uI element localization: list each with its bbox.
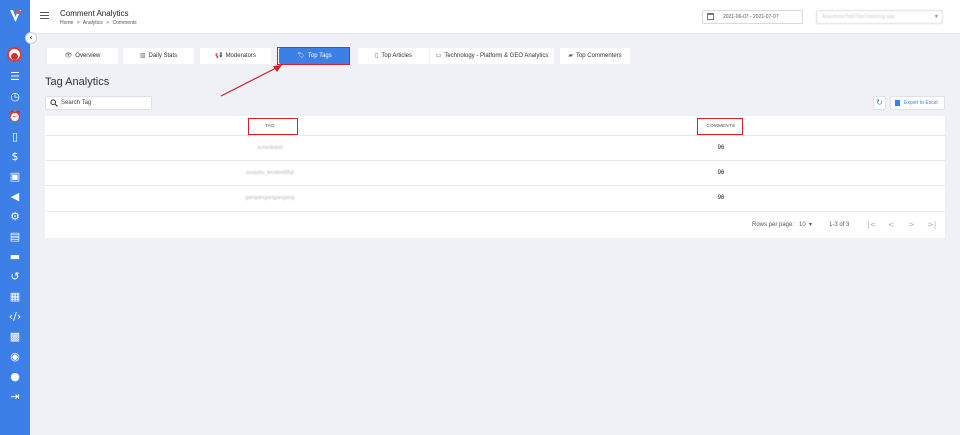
previous-page-button[interactable]: < xyxy=(888,220,895,229)
search-placeholder: Search Tag xyxy=(61,100,92,106)
export-to-excel-button[interactable]: Export to Excel xyxy=(890,96,945,110)
date-range-picker[interactable]: 2021-06-07 - 2021-07-07 xyxy=(702,10,803,24)
section-title: Tag Analytics xyxy=(45,76,110,88)
code-icon[interactable]: ‹/› xyxy=(8,310,22,324)
tab-label: Top Articles xyxy=(381,53,412,59)
table-row[interactable]: gangangangangang 96 xyxy=(45,185,945,210)
search-icon xyxy=(50,99,58,107)
chevron-down-icon: ▾ xyxy=(934,14,938,20)
dollar-icon[interactable]: $ xyxy=(8,150,22,164)
tag-cell: asaubu_tesdeddlfal xyxy=(246,170,294,176)
sidebar: ☰ ◷ ⏰ ▯ $ ▣ ◀ ⚙ ▤ ▬ ↺ ▦ ‹/› ▩ ◉ ● ⇥ xyxy=(0,0,30,435)
breadcrumb-analytics[interactable]: Analytics xyxy=(83,20,103,26)
breadcrumb-home[interactable]: Home xyxy=(60,20,73,26)
rows-per-page-select[interactable]: 10 xyxy=(799,222,806,228)
breadcrumb-comments: Comments xyxy=(112,20,137,26)
tab-technology-platform-geo[interactable]: ▭ Technology - Platform & GEO Analytics xyxy=(430,48,554,64)
top-tags-highlight-box xyxy=(277,47,350,65)
comment-icon: ▰ xyxy=(568,52,573,59)
list-icon[interactable]: ☰ xyxy=(8,70,22,84)
eye-icon: 👁 xyxy=(64,52,73,59)
avatar[interactable] xyxy=(7,47,22,62)
topbar: Comment Analytics Home > Analytics > Com… xyxy=(30,0,960,34)
tag-cell: scheduled xyxy=(257,145,283,151)
clock-icon[interactable]: ◷ xyxy=(8,90,22,104)
columns-icon[interactable]: ▦ xyxy=(8,290,22,304)
tab-label: Daily Stats xyxy=(148,53,178,59)
comments-cell: 96 xyxy=(717,195,725,201)
file-icon xyxy=(895,100,900,106)
breadcrumb-separator: > xyxy=(76,20,80,26)
megaphone-icon: 📢 xyxy=(215,52,223,59)
tag-cell: gangangangangang xyxy=(245,195,295,201)
site-select[interactable]: Anywhere/Tell/The/Tinkering.app ▾ xyxy=(816,10,943,24)
chart-icon: ▥ xyxy=(139,52,146,59)
export-label: Export to Excel xyxy=(904,100,938,106)
table-row[interactable]: asaubu_tesdeddlfal 96 xyxy=(45,160,945,185)
site-select-value: Anywhere/Tell/The/Tinkering.app xyxy=(822,14,895,20)
rows-per-page-label: Rows per page: xyxy=(752,222,795,228)
refresh-button[interactable]: ↻ xyxy=(873,96,886,110)
calendar-icon xyxy=(707,13,714,20)
building-icon[interactable]: ▩ xyxy=(8,330,22,344)
chart-icon[interactable]: ▤ xyxy=(8,230,22,244)
tab-overview[interactable]: 👁 Overview xyxy=(47,48,118,64)
chat-icon[interactable]: ● xyxy=(8,370,22,384)
refresh-icon: ↻ xyxy=(876,98,883,107)
tab-top-commenters[interactable]: ▰ Top Commenters xyxy=(560,48,630,64)
hamburger-menu-icon[interactable] xyxy=(40,12,49,20)
tab-label: Top Commenters xyxy=(575,53,622,59)
app-logo-icon[interactable] xyxy=(9,9,22,23)
first-page-button[interactable]: |< xyxy=(867,220,876,229)
tab-label: Overview xyxy=(75,53,101,59)
tag-header-highlight-box xyxy=(248,118,298,135)
comments-cell: 96 xyxy=(717,170,725,176)
support-icon[interactable]: ◉ xyxy=(8,350,22,364)
tab-daily-stats[interactable]: ▥ Daily Stats xyxy=(123,48,194,64)
tag-table: TAG COMMENTS scheduled 96 asaubu_tesdedd… xyxy=(45,116,945,238)
date-range-value: 2021-06-07 - 2021-07-07 xyxy=(723,14,779,20)
chevron-down-icon[interactable]: ▾ xyxy=(809,221,812,228)
table-row[interactable]: scheduled 96 xyxy=(45,135,945,160)
gear-icon[interactable]: ⚙ xyxy=(8,210,22,224)
file-icon: ▯ xyxy=(375,52,379,59)
pagination-range: 1-3 of 3 xyxy=(829,222,850,228)
tab-label: Moderators xyxy=(225,53,256,59)
table-pagination: Rows per page: 10 ▾ 1-3 of 3 |< < > >| xyxy=(45,211,945,238)
search-input[interactable]: Search Tag xyxy=(45,96,152,110)
card-icon[interactable]: ▬ xyxy=(8,250,22,264)
breadcrumb-separator: > xyxy=(106,20,110,26)
sidebar-collapse-button[interactable]: ‹ xyxy=(25,32,37,44)
last-page-button[interactable]: >| xyxy=(927,220,936,229)
breadcrumb: Home > Analytics > Comments xyxy=(60,20,139,26)
book-icon[interactable]: ▯ xyxy=(8,130,22,144)
logout-icon[interactable]: ⇥ xyxy=(8,390,22,404)
laptop-icon: ▭ xyxy=(435,52,442,59)
next-page-button[interactable]: > xyxy=(908,220,915,229)
comments-cell: 96 xyxy=(717,145,725,151)
history-icon[interactable]: ↺ xyxy=(8,270,22,284)
alarm-icon[interactable]: ⏰ xyxy=(8,110,22,124)
tab-top-articles[interactable]: ▯ Top Articles xyxy=(358,48,429,64)
megaphone-icon[interactable]: ◀ xyxy=(8,190,22,204)
annotation-arrow-icon xyxy=(220,65,282,97)
page-title: Comment Analytics xyxy=(60,9,129,18)
ticket-icon[interactable]: ▣ xyxy=(8,170,22,184)
tab-label: Technology - Platform & GEO Analytics xyxy=(444,53,549,59)
comments-header-highlight-box xyxy=(697,118,743,135)
